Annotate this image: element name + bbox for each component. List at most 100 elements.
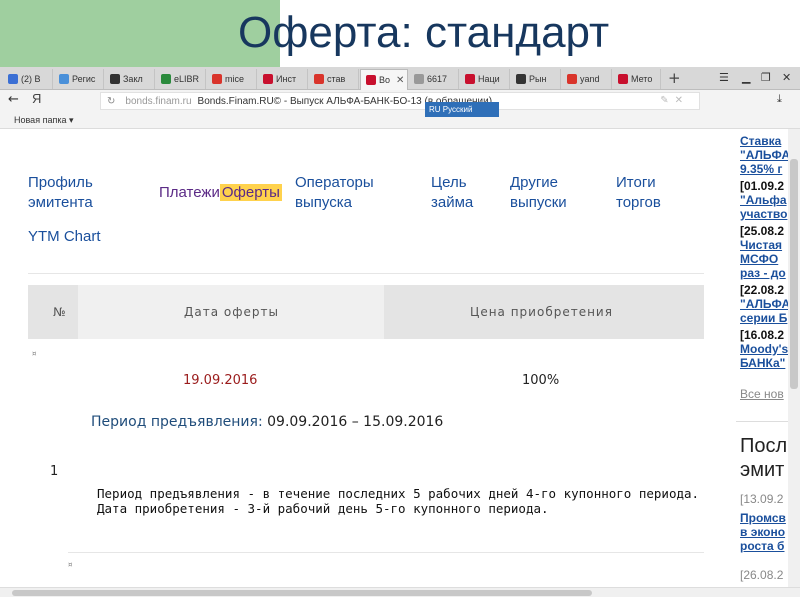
horizontal-scrollbar[interactable]	[0, 587, 800, 597]
close-icon[interactable]: ✕	[782, 69, 791, 87]
browser-tab[interactable]: Рын	[511, 69, 561, 89]
news-link[interactable]: Ставка	[740, 134, 781, 148]
back-arrow-icon[interactable]: ←	[8, 92, 19, 107]
news-link[interactable]: в эконо	[740, 525, 785, 539]
menu-icon[interactable]: ☰	[719, 69, 729, 87]
slide: Оферта: стандарт + ☰ ▁ ❐ ✕ (2) В Регис Зак…	[0, 0, 800, 600]
yandex-icon	[314, 74, 324, 84]
nav-issuer-profile-line2: эмитента	[28, 194, 93, 211]
translate-language-badge[interactable]: RU Русский	[425, 102, 499, 117]
offer-note: Период предъявления - в течение последни…	[97, 486, 700, 516]
nav-loan-purpose[interactable]: Цель займа	[431, 173, 473, 213]
nav-offers-active[interactable]: Оферты	[219, 184, 282, 201]
minimize-icon[interactable]: ▁	[742, 69, 750, 87]
slide-title: Оферта: стандарт	[238, 8, 610, 57]
browser-tab-label: Инст	[276, 74, 297, 84]
news-link[interactable]: раз - до	[740, 266, 786, 280]
alfa-icon	[465, 74, 475, 84]
browser-tab[interactable]: (2) В	[3, 69, 53, 89]
browser-tab[interactable]: Мето	[613, 69, 661, 89]
period-label: Период предъявления:	[91, 414, 263, 430]
offer-date: 19.09.2016	[183, 373, 258, 388]
url-field[interactable]: ↻ bonds.finam.ru Bonds.Finam.RU© - Выпус…	[100, 92, 700, 110]
browser-tab-label: (2) В	[21, 74, 41, 84]
restore-icon[interactable]: ❐	[761, 69, 771, 87]
yandex-logo[interactable]: Я	[32, 91, 41, 106]
news-date: [22.08.2	[740, 283, 785, 297]
news-link[interactable]: Чистая	[740, 238, 782, 252]
url-action-icons[interactable]: ✎✕	[660, 95, 689, 106]
browser-tab[interactable]: Регис	[54, 69, 104, 89]
browser-tab-label: yand	[580, 74, 600, 84]
browser-tab[interactable]: yand	[562, 69, 612, 89]
all-news-link[interactable]: Все нов	[740, 387, 784, 401]
nav-operators-line2: выпуска	[295, 194, 352, 211]
news-link[interactable]: Moody's	[740, 342, 788, 356]
nav-other-issues-line1: Другие	[510, 174, 559, 191]
browser-tab[interactable]: Наци	[460, 69, 510, 89]
news-link[interactable]: серии Б	[740, 311, 787, 325]
sidebar-section-title-line2: эмит	[740, 459, 785, 481]
browser-tab-label: Мето	[631, 74, 653, 84]
vertical-scroll-thumb[interactable]	[790, 159, 798, 389]
download-icon[interactable]: ⤓	[777, 92, 782, 106]
news-link[interactable]: "АЛЬФА	[740, 297, 790, 311]
browser-tab[interactable]: став	[309, 69, 359, 89]
header-offer-date: Дата оферты	[184, 305, 279, 319]
bookmark-folder[interactable]: Новая папка ▾	[14, 115, 73, 126]
yandex-icon	[212, 74, 222, 84]
news-link[interactable]: "АЛЬФА	[740, 148, 790, 162]
chart-icon	[366, 75, 376, 85]
news-date: [16.08.2	[740, 328, 785, 342]
nav-payments[interactable]: Платежи	[159, 184, 220, 201]
page-content: Профиль эмитента Платежи Оферты Операторы…	[0, 129, 800, 587]
browser-tab[interactable]: mice	[207, 69, 257, 89]
star-icon	[110, 74, 120, 84]
yandex-icon	[567, 74, 577, 84]
horizontal-scroll-thumb[interactable]	[12, 590, 592, 596]
news-link[interactable]: 9.35% г	[740, 162, 782, 176]
news-link[interactable]: МСФО	[740, 252, 778, 266]
browser-tab-label: 6617	[427, 74, 448, 84]
nav-loan-purpose-line1: Цель	[431, 174, 467, 191]
browser-tab[interactable]: eLIBR	[156, 69, 206, 89]
news-date: [25.08.2	[740, 224, 785, 238]
nav-trade-results-line1: Итоги	[616, 174, 656, 191]
news-link[interactable]: Промсв	[740, 511, 786, 525]
news-link[interactable]: роста б	[740, 539, 784, 553]
reload-icon[interactable]: ↻	[107, 96, 115, 107]
news-date: [13.09.2	[740, 492, 784, 506]
browser-tab[interactable]: Инст	[258, 69, 308, 89]
nav-other-issues[interactable]: Другие выпуски	[510, 173, 567, 213]
expand-marker: ¤	[32, 350, 37, 358]
sidebar-section-title: Посл	[740, 435, 788, 457]
period-value: 09.09.2016 – 15.09.2016	[267, 414, 444, 430]
news-link[interactable]: БАНКа"	[740, 356, 785, 370]
vertical-scrollbar[interactable]	[788, 129, 800, 587]
wikipedia-icon	[516, 74, 526, 84]
page-icon	[414, 74, 424, 84]
nav-issuer-profile-line1: Профиль	[28, 174, 93, 191]
presentation-period: Период предъявления: 09.09.2016 – 15.09.…	[91, 414, 443, 430]
nav-trade-results[interactable]: Итоги торгов	[616, 173, 661, 213]
browser-tab-label: Во	[379, 75, 391, 85]
browser-tab[interactable]: Во ✕	[360, 69, 408, 90]
row-number: 1	[50, 464, 59, 479]
close-tab-icon[interactable]: ✕	[396, 75, 404, 86]
browser-tab-label: eLIBR	[174, 74, 200, 84]
news-link[interactable]: участво	[740, 207, 787, 221]
browser-tab[interactable]: Закл	[105, 69, 155, 89]
browser-tab-label: Регис	[72, 74, 96, 84]
new-tab-button[interactable]: +	[668, 69, 681, 87]
nav-operators-line1: Операторы	[295, 174, 374, 191]
nav-operators[interactable]: Операторы выпуска	[295, 173, 374, 213]
map-icon	[59, 74, 69, 84]
alfa-icon	[618, 74, 628, 84]
news-link[interactable]: "Альфа	[740, 193, 787, 207]
browser-tab[interactable]: 6617	[409, 69, 459, 89]
nav-issuer-profile[interactable]: Профиль эмитента	[28, 173, 93, 213]
divider	[28, 273, 704, 274]
row-divider	[68, 552, 704, 553]
address-bar: ← Я ↻ bonds.finam.ru Bonds.Finam.RU© - В…	[0, 90, 800, 112]
nav-ytm-chart[interactable]: YTM Chart	[28, 227, 101, 247]
